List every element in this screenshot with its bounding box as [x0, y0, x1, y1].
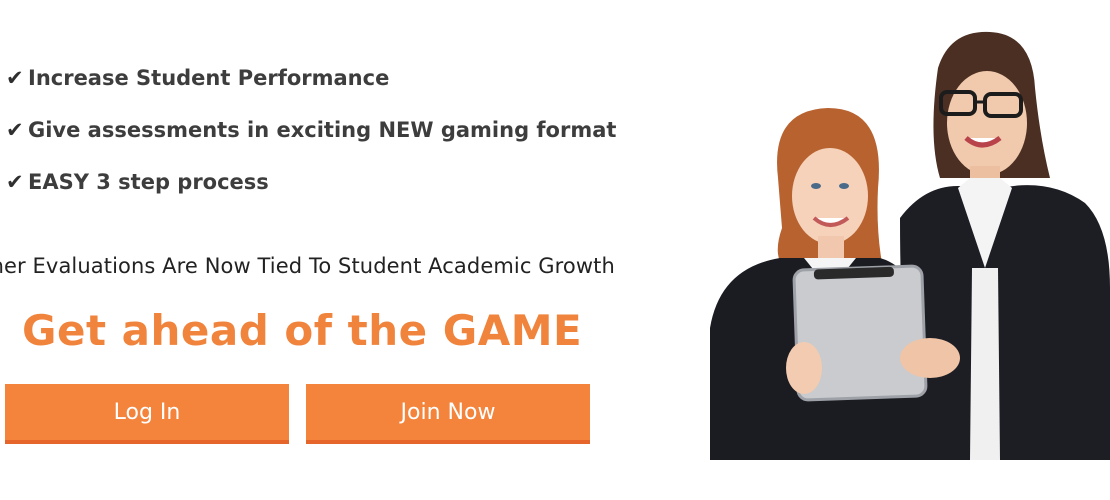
benefit-text: Increase Student Performance [28, 66, 390, 90]
student-hand [786, 342, 822, 394]
check-icon: ✔ [6, 66, 24, 90]
hero-banner: ✔ Increase Student Performance ✔ Give as… [0, 0, 1110, 500]
headline: Get ahead of the GAME [22, 306, 583, 355]
benefit-item: ✔ EASY 3 step process [6, 166, 616, 198]
teacher-smile [964, 135, 1002, 148]
login-button[interactable]: Log In [5, 384, 289, 444]
join-now-button[interactable]: Join Now [306, 384, 590, 444]
teacher-face [947, 71, 1027, 175]
tagline: acher Evaluations Are Now Tied To Studen… [0, 254, 615, 278]
benefits-list: ✔ Increase Student Performance ✔ Give as… [6, 62, 616, 218]
check-icon: ✔ [6, 170, 24, 194]
teacher-blazer [900, 185, 1110, 460]
student-face [792, 148, 868, 244]
photo-illustration [710, 31, 1110, 460]
benefit-text: EASY 3 step process [28, 170, 269, 194]
benefit-item: ✔ Give assessments in exciting NEW gamin… [6, 114, 616, 146]
benefit-text: Give assessments in exciting NEW gaming … [28, 118, 617, 142]
teacher-hand [900, 338, 960, 378]
check-icon: ✔ [6, 118, 24, 142]
benefit-item: ✔ Increase Student Performance [6, 62, 616, 94]
teacher-student-tablet-photo [700, 28, 1110, 460]
